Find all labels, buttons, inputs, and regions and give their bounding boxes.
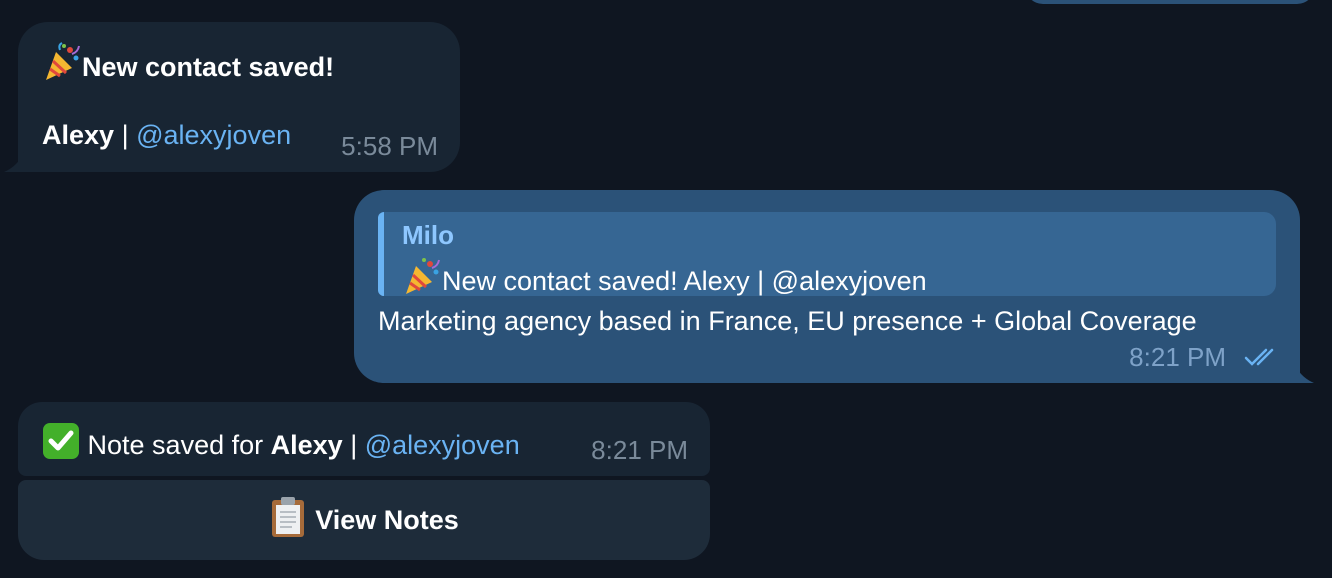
contact-name: Alexy <box>270 430 343 460</box>
previous-message-bubble[interactable] <box>1025 0 1315 4</box>
message-time: 8:21 PM <box>1129 342 1226 372</box>
message-reply[interactable]: Milo New contact saved! Alexy | @alexyjo… <box>354 190 1314 383</box>
check-mark-button-icon <box>42 422 80 468</box>
bubble-tail <box>1294 363 1314 383</box>
message-time: 5:58 PM <box>341 131 438 161</box>
username-link[interactable]: @alexyjoven <box>136 120 291 150</box>
clipboard-icon <box>269 496 307 545</box>
separator: | <box>350 430 358 460</box>
username-link[interactable]: @alexyjoven <box>365 430 520 460</box>
quoted-author: Milo <box>402 220 454 250</box>
double-check-icon <box>1244 348 1274 366</box>
separator: | <box>121 120 129 150</box>
view-notes-button[interactable]: View Notes <box>18 480 710 560</box>
bubble-tail <box>4 152 24 172</box>
message-note-saved[interactable]: Note saved for Alexy | @alexyjoven 8:21 … <box>18 402 710 476</box>
party-popper-icon <box>42 42 82 90</box>
message-contact-saved[interactable]: New contact saved! Alexy | @alexyjoven 5… <box>4 22 460 172</box>
quoted-text: New contact saved! Alexy | @alexyjoven <box>442 266 927 296</box>
message-time: 8:21 PM <box>591 435 688 465</box>
note-prefix: Note saved for <box>87 430 271 460</box>
quote-bar <box>378 212 384 296</box>
quoted-message[interactable]: Milo New contact saved! Alexy | @alexyjo… <box>378 212 1276 296</box>
party-popper-icon <box>402 256 442 296</box>
view-notes-label: View Notes <box>315 504 459 535</box>
chat-area: New contact saved! Alexy | @alexyjoven 5… <box>0 0 1332 578</box>
contact-name: Alexy <box>42 120 115 150</box>
message-title: New contact saved! <box>82 52 335 82</box>
reply-text: Marketing agency based in France, EU pre… <box>378 306 1197 336</box>
